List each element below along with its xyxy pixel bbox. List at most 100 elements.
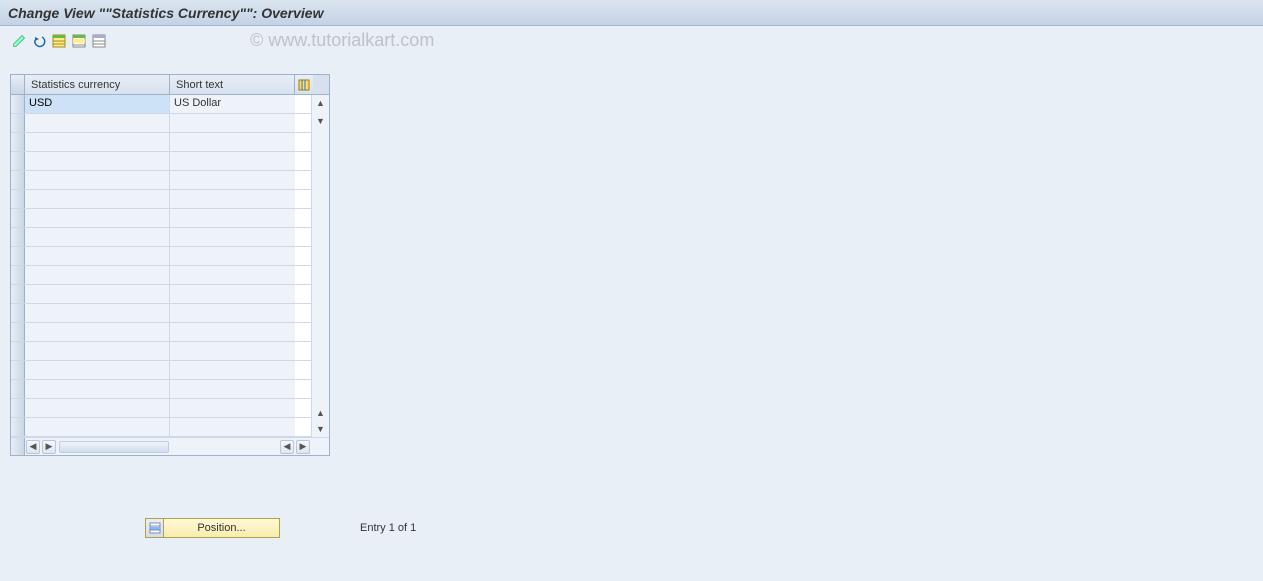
row-selector[interactable]	[11, 190, 25, 208]
cell-shorttext[interactable]	[170, 171, 295, 189]
cell-shorttext[interactable]	[170, 323, 295, 341]
cell-currency[interactable]	[25, 209, 170, 227]
table-body: USDUS Dollar ▲ ▼ ▲ ▼	[11, 95, 329, 437]
table-settings-button[interactable]	[295, 75, 313, 94]
table-row	[11, 323, 311, 342]
cell-shorttext[interactable]: US Dollar	[170, 95, 295, 113]
cell-shorttext[interactable]	[170, 247, 295, 265]
cell-currency[interactable]	[25, 152, 170, 170]
hscroll-track[interactable]	[59, 441, 169, 453]
table-row	[11, 361, 311, 380]
cell-shorttext[interactable]	[170, 304, 295, 322]
cell-currency[interactable]	[25, 361, 170, 379]
cell-shorttext[interactable]	[170, 228, 295, 246]
cell-shorttext[interactable]	[170, 361, 295, 379]
cell-currency[interactable]	[25, 323, 170, 341]
table-row	[11, 114, 311, 133]
row-selector[interactable]	[11, 171, 25, 189]
cell-currency[interactable]	[25, 418, 170, 436]
undo-button[interactable]	[30, 32, 48, 50]
row-selector[interactable]	[11, 152, 25, 170]
cell-currency[interactable]	[25, 342, 170, 360]
row-selector-header[interactable]	[11, 75, 25, 94]
table-deselect-icon	[92, 34, 106, 48]
cell-shorttext[interactable]	[170, 418, 295, 436]
row-selector[interactable]	[11, 361, 25, 379]
cell-shorttext[interactable]	[170, 133, 295, 151]
table-row	[11, 304, 311, 323]
row-selector[interactable]	[11, 380, 25, 398]
table-block-icon	[72, 34, 86, 48]
select-all-button[interactable]	[50, 32, 68, 50]
hscroll-right-icon[interactable]: ◀	[280, 440, 294, 454]
cell-shorttext[interactable]	[170, 380, 295, 398]
row-selector[interactable]	[11, 247, 25, 265]
cell-shorttext[interactable]	[170, 399, 295, 417]
hscroll-thumb[interactable]	[60, 442, 168, 452]
row-selector[interactable]	[11, 266, 25, 284]
cell-currency[interactable]	[25, 228, 170, 246]
cell-currency[interactable]	[25, 304, 170, 322]
vertical-scrollbar[interactable]: ▲ ▼ ▲ ▼	[311, 95, 329, 437]
row-selector[interactable]	[11, 133, 25, 151]
scroll-up-icon[interactable]: ▲	[312, 95, 329, 111]
cell-currency[interactable]	[25, 266, 170, 284]
row-selector[interactable]	[11, 95, 25, 113]
cell-shorttext[interactable]	[170, 266, 295, 284]
row-selector[interactable]	[11, 342, 25, 360]
toggle-display-change-button[interactable]	[10, 32, 28, 50]
table-row	[11, 418, 311, 437]
table-row	[11, 190, 311, 209]
table-row: USDUS Dollar	[11, 95, 311, 114]
scroll-up-step-icon[interactable]: ▲	[312, 405, 329, 421]
cell-shorttext[interactable]	[170, 190, 295, 208]
row-selector[interactable]	[11, 399, 25, 417]
position-label: Position...	[164, 522, 279, 534]
footer: Position... Entry 1 of 1	[145, 518, 416, 538]
row-selector[interactable]	[11, 285, 25, 303]
row-selector[interactable]	[11, 228, 25, 246]
undo-arrow-icon	[32, 34, 46, 48]
deselect-all-button[interactable]	[90, 32, 108, 50]
cell-shorttext[interactable]	[170, 152, 295, 170]
hscroll-right-end-icon[interactable]: ▶	[296, 440, 310, 454]
select-block-button[interactable]	[70, 32, 88, 50]
cell-currency[interactable]	[25, 247, 170, 265]
hscroll-corner	[11, 438, 25, 455]
entry-count-text: Entry 1 of 1	[360, 522, 416, 534]
column-header-shorttext[interactable]: Short text	[170, 75, 295, 94]
row-selector[interactable]	[11, 323, 25, 341]
row-selector[interactable]	[11, 209, 25, 227]
row-selector[interactable]	[11, 304, 25, 322]
scroll-down-step-icon[interactable]: ▼	[312, 113, 329, 129]
cell-currency[interactable]	[25, 190, 170, 208]
cell-currency[interactable]	[25, 285, 170, 303]
cell-currency[interactable]	[25, 171, 170, 189]
table-select-icon	[52, 34, 66, 48]
table-row	[11, 399, 311, 418]
table-row	[11, 342, 311, 361]
scroll-down-icon[interactable]: ▼	[312, 421, 329, 437]
table-row	[11, 171, 311, 190]
row-selector[interactable]	[11, 114, 25, 132]
cell-shorttext[interactable]	[170, 209, 295, 227]
cell-currency[interactable]	[25, 399, 170, 417]
row-selector[interactable]	[11, 418, 25, 436]
cell-shorttext[interactable]	[170, 285, 295, 303]
cell-currency[interactable]: USD	[25, 95, 170, 113]
table-row	[11, 380, 311, 399]
column-header-currency[interactable]: Statistics currency	[25, 75, 170, 94]
table-row	[11, 228, 311, 247]
horizontal-scrollbar[interactable]: ◀ ▶ ◀ ▶	[11, 437, 329, 455]
title-bar: Change View ""Statistics Currency"": Ove…	[0, 0, 1263, 26]
hscroll-left-icon[interactable]: ▶	[42, 440, 56, 454]
cell-currency[interactable]	[25, 133, 170, 151]
table-header-row: Statistics currency Short text	[11, 75, 329, 95]
cell-currency[interactable]	[25, 380, 170, 398]
position-icon	[146, 519, 164, 537]
hscroll-left-end-icon[interactable]: ◀	[26, 440, 40, 454]
cell-currency[interactable]	[25, 114, 170, 132]
position-button[interactable]: Position...	[145, 518, 280, 538]
cell-shorttext[interactable]	[170, 114, 295, 132]
cell-shorttext[interactable]	[170, 342, 295, 360]
